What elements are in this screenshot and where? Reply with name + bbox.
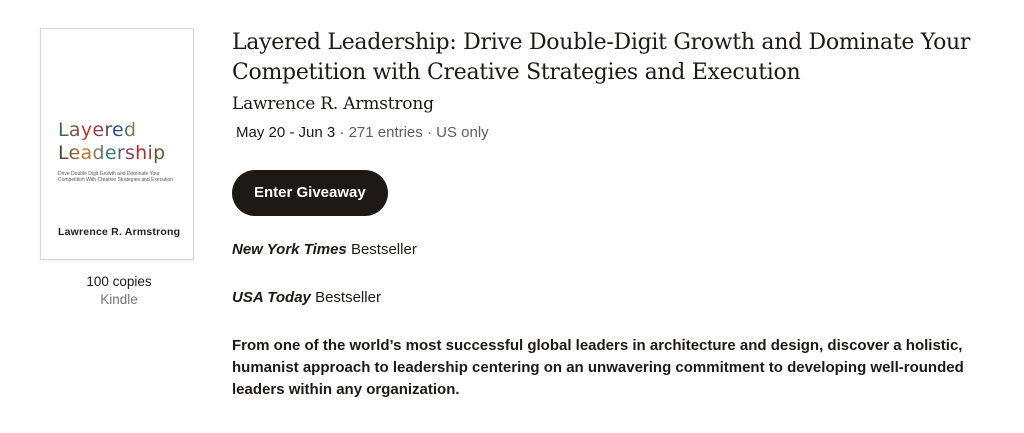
book-format: Kindle [100,292,138,307]
meta-separator: · [335,124,349,141]
book-author[interactable]: Lawrence R. Armstrong [232,93,1012,115]
giveaway-details: Layered Leadership: Drive Double-Digit G… [232,28,1012,401]
description-paragraph: New York Times Bestseller [232,239,1012,261]
copies-count: 100 copies [86,274,152,289]
book-description: New York Times Bestseller USA Today Best… [232,239,1012,401]
book-title[interactable]: Layered Leadership: Drive Double-Digit G… [232,28,1012,88]
publication-name: New York Times [232,241,347,258]
bestseller-text: Bestseller [310,289,381,306]
description-paragraph: USA Today Bestseller [232,287,1012,309]
cover-subtitle: Drive Double Digit Growth and Dominate Y… [58,171,174,183]
cover-author: Lawrence R. Armstrong [58,226,181,238]
region-restriction: US only [436,124,489,141]
bestseller-text: Bestseller [346,241,417,258]
cover-title: Layered Leadership [58,119,165,165]
meta-separator: · [422,124,437,141]
giveaway-meta: May 20 - Jun 3 · 271 entries · US only [236,124,1012,141]
cover-title-line1: Layered [58,119,165,142]
publication-name: USA Today [232,289,311,306]
entries-count: 271 entries [348,124,423,141]
cover-title-line2: Leadership [58,142,166,164]
book-cover-column: Layered Leadership Drive Double Digit Gr… [40,28,198,307]
description-paragraph: From one of the world’s most successful … [232,337,964,398]
giveaway-dates: May 20 - Jun 3 [236,124,336,141]
book-cover[interactable]: Layered Leadership Drive Double Digit Gr… [40,28,194,260]
enter-giveaway-button[interactable]: Enter Giveaway [232,170,388,216]
